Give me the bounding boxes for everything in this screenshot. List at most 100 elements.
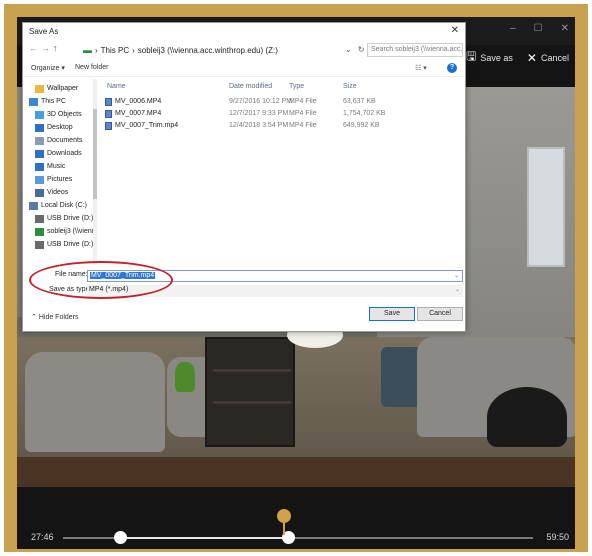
file-date: 12/4/2018 3:54 PM xyxy=(229,122,289,129)
nav-item-label: Downloads xyxy=(47,150,82,157)
nav-item-label: Documents xyxy=(47,137,83,144)
address-dropdown-icon[interactable]: ⌄ xyxy=(345,45,352,54)
nav-item[interactable]: Videos xyxy=(23,186,97,199)
organize-menu[interactable]: Organize ▾ xyxy=(31,64,65,72)
playhead-handle[interactable] xyxy=(277,509,291,523)
nav-item[interactable]: 3D Objects xyxy=(23,108,97,121)
breadcrumb-drive[interactable]: sobleij3 (\\vienna.acc.winthrop.edu) (Z:… xyxy=(138,46,278,55)
nav-item-label: Pictures xyxy=(47,176,73,183)
scene-chair xyxy=(25,352,165,452)
search-input[interactable]: Search sobleij3 (\\vienna.acc... xyxy=(367,43,463,57)
column-headers: Name Date modified Type Size xyxy=(103,83,463,95)
file-name-input[interactable]: MV_0007_Trim.mp4 ⌄ xyxy=(87,270,463,282)
cancel-label: Cancel xyxy=(540,52,569,63)
file-name-value: MV_0007_Trim.mp4 xyxy=(90,272,156,279)
trim-start-handle[interactable] xyxy=(114,531,127,544)
save-type-select[interactable]: MP4 (*.mp4) ⌄ xyxy=(87,285,463,297)
nav-item-label: Videos xyxy=(47,189,69,196)
nav-item[interactable]: Music xyxy=(23,160,97,173)
view-options-button[interactable]: ☷ ▾ xyxy=(415,64,427,72)
new-folder-button[interactable]: New folder xyxy=(75,64,108,71)
nav-item[interactable]: sobleij3 (\\vienn xyxy=(23,225,97,238)
music-icon xyxy=(35,162,44,171)
chevron-down-icon[interactable]: ⌄ xyxy=(455,286,460,293)
address-row: ← → ↑ ▬ › This PC › sobleij3 (\\vienna.a… xyxy=(23,41,465,59)
minimize-button[interactable]: – xyxy=(510,23,516,34)
desktop-icon xyxy=(35,123,44,132)
nav-item-label: USB Drive (D:) xyxy=(47,241,94,248)
up-button[interactable]: ↑ xyxy=(53,43,58,53)
picture-icon xyxy=(35,175,44,184)
file-row[interactable]: MV_0007_Trim.mp4 12/4/2018 3:54 PM MP4 Fil… xyxy=(103,121,463,132)
network-drive-icon: ▬ xyxy=(83,45,92,55)
download-icon xyxy=(35,149,44,158)
scene-window xyxy=(527,147,565,267)
breadcrumb-sep: › xyxy=(132,45,135,55)
nav-item-label: Wallpaper xyxy=(47,85,79,92)
nav-item-label: USB Drive (D:) xyxy=(47,215,94,222)
back-button[interactable]: ← xyxy=(29,43,38,53)
start-time: 27:46 xyxy=(31,532,54,542)
address-controls: ⌄ ↻ xyxy=(345,45,364,54)
folder-icon xyxy=(35,84,44,93)
nav-item[interactable]: Documents xyxy=(23,134,97,147)
address-bar[interactable]: ▬ › This PC › sobleij3 (\\vienna.acc.win… xyxy=(83,43,363,57)
dialog-close-button[interactable]: ✕ xyxy=(451,25,459,36)
file-date: 12/7/2017 9:33 PM xyxy=(229,110,289,117)
video-file-icon xyxy=(105,122,112,130)
column-date[interactable]: Date modified xyxy=(229,83,272,90)
nav-item[interactable]: Downloads xyxy=(23,147,97,160)
nav-item[interactable]: Wallpaper xyxy=(23,82,97,95)
file-row[interactable]: MV_0007.MP4 12/7/2017 9:33 PM MP4 File 1,75… xyxy=(103,109,463,120)
nav-item-label: This PC xyxy=(41,98,66,105)
file-name: MV_0006.MP4 xyxy=(115,98,162,105)
nav-scrollbar[interactable] xyxy=(93,79,97,265)
save-type-row: Save as type: MP4 (*.mp4) ⌄ xyxy=(23,284,465,298)
nav-scroll-thumb[interactable] xyxy=(93,109,97,199)
file-name: MV_0007.MP4 xyxy=(115,110,162,117)
nav-item[interactable]: Local Disk (C:) xyxy=(23,199,97,212)
nav-item-label: Music xyxy=(47,163,66,170)
save-button[interactable]: Save xyxy=(369,307,415,321)
file-type: MP4 File xyxy=(289,98,317,105)
nav-item[interactable]: Desktop xyxy=(23,121,97,134)
nav-item[interactable]: USB Drive (D:) xyxy=(23,212,97,225)
file-row[interactable]: MV_0006.MP4 9/27/2016 10:12 PM MP4 File 63,… xyxy=(103,97,463,108)
file-type: MP4 File xyxy=(289,110,317,117)
column-name[interactable]: Name xyxy=(107,83,126,90)
cancel-edit-button[interactable]: ✕ Cancel xyxy=(527,51,569,65)
nav-item[interactable]: This PC xyxy=(23,95,97,108)
help-icon[interactable]: ? xyxy=(447,63,457,73)
nav-item-label: Local Disk (C:) xyxy=(41,202,87,209)
column-size[interactable]: Size xyxy=(343,83,357,90)
nav-item[interactable]: Pictures xyxy=(23,173,97,186)
disk-icon xyxy=(29,201,38,210)
shelf-board xyxy=(213,369,291,372)
file-name: MV_0007_Trim.mp4 xyxy=(115,122,179,129)
file-size: 1,754,702 KB xyxy=(343,110,386,117)
scene-plush-toy xyxy=(175,362,195,392)
hide-folders-toggle[interactable]: ⌃ Hide Folders xyxy=(31,313,79,321)
nav-item[interactable]: USB Drive (D:) xyxy=(23,238,97,251)
scene-table xyxy=(17,457,575,487)
shelf-board xyxy=(213,401,291,404)
file-size: 649,992 KB xyxy=(343,122,380,129)
chevron-down-icon[interactable]: ⌄ xyxy=(454,272,459,279)
column-type[interactable]: Type xyxy=(289,83,304,90)
breadcrumb-this-pc[interactable]: This PC xyxy=(101,46,129,55)
navigation-pane: Wallpaper This PC 3D Objects Desktop Documen… xyxy=(23,79,97,265)
close-window-button[interactable]: ✕ xyxy=(561,23,569,34)
save-as-button[interactable]: 🖫 Save as xyxy=(466,47,513,68)
forward-button[interactable]: → xyxy=(41,43,50,53)
close-icon: ✕ xyxy=(526,50,537,65)
file-date: 9/27/2016 10:12 PM xyxy=(229,98,293,105)
file-name-row: File name: MV_0007_Trim.mp4 ⌄ xyxy=(23,269,465,283)
video-icon xyxy=(35,188,44,197)
refresh-icon[interactable]: ↻ xyxy=(358,45,365,54)
cancel-button[interactable]: Cancel xyxy=(417,307,463,321)
document-icon xyxy=(35,136,44,145)
save-type-label: Save as type: xyxy=(49,286,92,293)
video-file-icon xyxy=(105,110,112,118)
maximize-button[interactable]: ☐ xyxy=(534,23,543,34)
trim-selection xyxy=(120,537,288,539)
